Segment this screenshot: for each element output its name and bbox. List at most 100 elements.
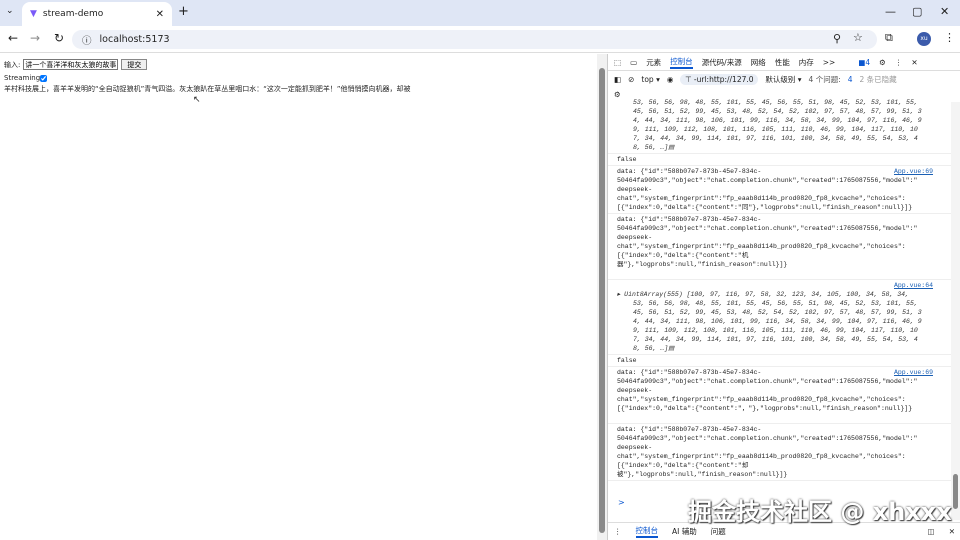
console-message: App.vue:69 data: {"id":"588b07e7-873b-45e…	[608, 367, 951, 424]
drawer-tab-issues[interactable]: 问题	[711, 526, 726, 537]
zoom-icon[interactable]: ⚲	[833, 32, 841, 45]
bookmark-star-icon[interactable]: ☆	[853, 31, 863, 44]
console-line: data: {"id":"588b07e7-873b-45e7-834c-	[617, 168, 762, 175]
console-line: data: {"id":"588b07e7-873b-45e7-834c-	[617, 369, 762, 376]
console-line: false	[617, 156, 637, 163]
sidebar-toggle-icon[interactable]: ◧	[614, 75, 621, 84]
console-line: 4, 44, 34, 111, 98, 106, 101, 99, 116, 3…	[633, 318, 922, 325]
new-tab-button[interactable]: +	[178, 4, 189, 19]
console-line: 被"},"logprobs":null,"finish_reason":null…	[617, 471, 788, 478]
devtools-panel: ⬚ ▭ 元素 控制台 源代码/来源 网络 性能 内存 >> ■4 ⚙ ⋮ ✕ ◧…	[607, 54, 960, 540]
console-line: 45, 56, 51, 52, 99, 45, 53, 48, 52, 54, …	[633, 309, 922, 316]
more-tabs[interactable]: >>	[823, 58, 836, 67]
console-line: 53, 56, 56, 98, 48, 55, 101, 55, 45, 56,…	[633, 99, 918, 106]
drawer-tab-console[interactable]: 控制台	[635, 525, 658, 538]
console-line: data: {"id":"588b07e7-873b-45e7-834c-	[617, 426, 762, 433]
tab-network[interactable]: 网络	[751, 57, 766, 68]
source-link[interactable]: App.vue:69	[894, 167, 933, 176]
input-label: 输入:	[4, 60, 21, 69]
address-bar: ← → ↻ ⓘ localhost:5173 ⚲ ☆ ⧉ xu ⋮	[0, 26, 960, 53]
prompt-input[interactable]	[23, 59, 119, 70]
forward-icon[interactable]: →	[30, 31, 40, 45]
console-line: 7, 34, 44, 34, 99, 114, 101, 97, 116, 10…	[633, 135, 918, 142]
console-scrollbar[interactable]	[951, 102, 960, 520]
console-line: chat","system_fingerprint":"fp_eaab8d114…	[617, 396, 906, 403]
back-icon[interactable]: ←	[8, 31, 18, 45]
tab-memory[interactable]: 内存	[799, 57, 814, 68]
stream-output: 羊村科技展上，喜羊羊发明的“全自动捉狼机”青气四溢。灰太狼趴在草丛里咽口水：“这…	[4, 85, 411, 93]
tab-sources[interactable]: 源代码/来源	[702, 57, 742, 68]
drawer-tab-ai[interactable]: AI 辅助	[672, 526, 697, 537]
badge-count: 4	[865, 57, 871, 67]
console-line: [{"index":0,"delta":{"content":"却	[617, 462, 749, 469]
tab-elements[interactable]: 元素	[646, 57, 661, 68]
settings-icon[interactable]: ⚙	[879, 58, 886, 67]
console-line: 50464fa909c3","object":"chat.completion.…	[617, 435, 918, 442]
console-message: false	[608, 154, 951, 166]
console-prompt[interactable]: >	[618, 498, 625, 507]
console-line: [{"index":0,"delta":{"content":"同"},"log…	[617, 204, 913, 211]
console-line: 9, 111, 109, 112, 108, 101, 116, 105, 11…	[633, 126, 918, 133]
console-line: 50464fa909c3","object":"chat.completion.…	[617, 378, 918, 385]
console-line: deepseek-	[617, 387, 653, 394]
console-line: 8, 56, …]▤	[633, 345, 675, 352]
maximize-button[interactable]: ▢	[912, 5, 922, 18]
vite-favicon-icon: ▼	[30, 9, 37, 19]
url-field[interactable]: ⓘ localhost:5173	[72, 30, 877, 49]
close-drawer-icon[interactable]: ✕	[949, 527, 955, 536]
tab-search-icon[interactable]: ⌄	[6, 6, 14, 16]
level-select[interactable]: 默认级别 ▾	[765, 74, 801, 85]
console-line: 器"},"logprobs":null,"finish_reason":null…	[617, 261, 788, 268]
dock-icon[interactable]: ◫	[928, 527, 935, 536]
source-link[interactable]: App.vue:64	[894, 281, 933, 290]
device-toggle-icon[interactable]: ▭	[630, 58, 637, 67]
console-output: 53, 56, 56, 98, 48, 55, 101, 55, 45, 56,…	[608, 99, 951, 481]
console-line: 50464fa909c3","object":"chat.completion.…	[617, 177, 918, 184]
browser-tab[interactable]: ▼ stream-demo ✕	[22, 2, 172, 26]
console-line: deepseek-	[617, 234, 653, 241]
reload-icon[interactable]: ↻	[54, 31, 64, 45]
close-tab-icon[interactable]: ✕	[156, 9, 164, 20]
extensions-icon[interactable]: ⧉	[885, 31, 893, 45]
url-text: localhost:5173	[99, 34, 170, 45]
issues-label[interactable]: 4 个问题:	[809, 74, 841, 85]
live-expression-eye-icon[interactable]: ◉	[667, 75, 674, 84]
inspect-icon[interactable]: ⬚	[614, 58, 621, 67]
streaming-checkbox[interactable]	[40, 74, 48, 82]
tab-title: stream-demo	[42, 9, 104, 19]
console-line: chat","system_fingerprint":"fp_eaab8d114…	[617, 453, 906, 460]
console-toolbar: ◧ ⊘ top ▾ ◉ ⊤ -url:http://127.0 默认级别 ▾ 4…	[608, 71, 960, 88]
filter-input[interactable]: ⊤ -url:http://127.0	[680, 74, 759, 85]
menu-icon[interactable]: ⋮	[944, 31, 955, 44]
close-window-button[interactable]: ✕	[940, 5, 949, 18]
console-line: 45, 56, 51, 52, 99, 45, 53, 48, 52, 54, …	[633, 108, 922, 115]
console-line: chat","system_fingerprint":"fp_eaab8d114…	[617, 243, 906, 250]
console-line: 7, 34, 44, 34, 99, 114, 101, 97, 116, 10…	[633, 336, 918, 343]
console-line: [{"index":0,"delta":{"content":"，"},"log…	[617, 405, 913, 412]
page-content: 输入: 提交 Streaming 羊村科技展上，喜羊羊发明的“全自动捉狼机”青气…	[0, 54, 597, 540]
clear-console-icon[interactable]: ⊘	[628, 75, 634, 84]
source-link[interactable]: App.vue:69	[894, 368, 933, 377]
profile-avatar[interactable]: xu	[917, 32, 931, 46]
site-info-icon[interactable]: ⓘ	[82, 33, 92, 47]
submit-button[interactable]: 提交	[121, 59, 148, 70]
console-line: chat","system_fingerprint":"fp_eaab8d114…	[617, 195, 906, 202]
array-header[interactable]: ▸ Uint8Array(555) [100, 97, 116, 97, 58,…	[617, 290, 941, 299]
console-line: deepseek-	[617, 444, 653, 451]
close-devtools-icon[interactable]: ✕	[911, 58, 917, 67]
tab-console[interactable]: 控制台	[670, 56, 693, 69]
context-select[interactable]: top ▾	[641, 75, 659, 84]
console-line: [{"index":0,"delta":{"content":"机	[617, 252, 749, 259]
issues-count[interactable]: 4	[848, 75, 853, 84]
more-options-icon[interactable]: ⋮	[895, 58, 903, 67]
message-badge[interactable]: ■4	[858, 58, 870, 67]
page-scrollbar[interactable]	[597, 54, 607, 540]
minimize-button[interactable]: —	[885, 5, 896, 18]
drawer-menu-icon[interactable]: ⋮	[614, 527, 622, 536]
console-message: false	[608, 355, 951, 367]
devtools-tabbar: ⬚ ▭ 元素 控制台 源代码/来源 网络 性能 内存 >> ■4 ⚙ ⋮ ✕	[608, 54, 960, 71]
tab-performance[interactable]: 性能	[775, 57, 790, 68]
console-line: data: {"id":"588b07e7-873b-45e7-834c-	[617, 216, 762, 223]
tab-strip: ⌄ ▼ stream-demo ✕ + — ▢ ✕	[0, 0, 960, 26]
